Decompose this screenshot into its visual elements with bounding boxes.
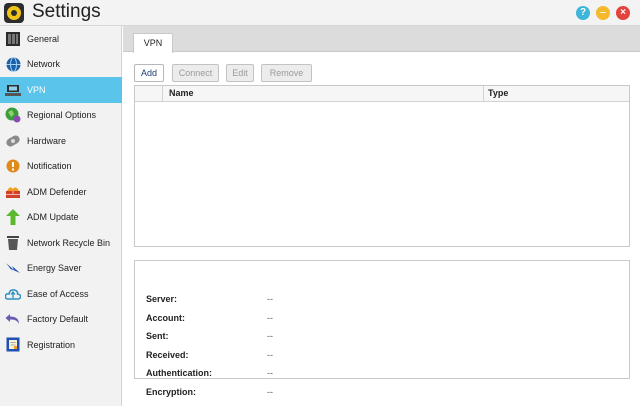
sidebar-item-label: Energy Saver — [27, 263, 82, 274]
tab-vpn[interactable]: VPN — [133, 33, 173, 53]
connect-button[interactable]: Connect — [172, 64, 219, 82]
sidebar-item-label: Hardware — [27, 135, 67, 146]
sidebar: General Network VPN Regional Options Har… — [0, 26, 122, 406]
factory-default-icon — [5, 311, 21, 327]
sidebar-item-adm-update[interactable]: ADM Update — [0, 205, 122, 231]
received-value: -- — [267, 349, 273, 360]
sidebar-item-network[interactable]: Network — [0, 52, 122, 78]
received-label: Received: — [146, 349, 189, 360]
sidebar-item-network-recycle-bin[interactable]: Network Recycle Bin — [0, 230, 122, 256]
column-header-type[interactable]: Type — [488, 88, 508, 98]
close-icon[interactable]: × — [616, 6, 630, 20]
sidebar-item-hardware[interactable]: Hardware — [0, 128, 122, 154]
select-column-header[interactable] — [135, 86, 163, 101]
sidebar-item-label: ADM Defender — [27, 186, 87, 197]
info-row-encryption: Encryption: -- — [135, 385, 629, 399]
tab-strip: VPN — [123, 26, 640, 53]
sidebar-item-adm-defender[interactable]: ADM Defender — [0, 179, 122, 205]
sidebar-item-label: Network — [27, 59, 61, 70]
edit-button[interactable]: Edit — [226, 64, 254, 82]
info-row-server: Server: -- — [135, 292, 629, 306]
update-arrow-icon — [5, 209, 21, 226]
remove-button[interactable]: Remove — [261, 64, 312, 82]
table-header: Name Type — [135, 86, 629, 102]
vpn-panel: VPN Add Connect Edit Remove Name Type Se… — [123, 26, 640, 406]
sidebar-item-registration[interactable]: Registration — [0, 332, 122, 358]
general-icon — [5, 31, 21, 47]
defender-wall-icon — [5, 184, 21, 200]
sidebar-item-ease-of-access[interactable]: Ease of Access — [0, 281, 122, 307]
help-icon[interactable]: ? — [576, 6, 590, 20]
sidebar-item-label: General — [27, 33, 60, 44]
sent-label: Sent: — [146, 331, 169, 341]
sidebar-item-notification[interactable]: Notification — [0, 154, 122, 180]
minimize-icon[interactable]: – — [596, 6, 610, 20]
account-value: -- — [267, 312, 273, 323]
sidebar-item-factory-default[interactable]: Factory Default — [0, 307, 122, 333]
sent-value: -- — [267, 331, 273, 341]
account-label: Account: — [146, 312, 185, 323]
encryption-label: Encryption: — [146, 386, 197, 397]
info-row-authentication: Authentication: -- — [135, 366, 629, 380]
info-row-account: Account: -- — [135, 311, 629, 325]
sidebar-item-label: Regional Options — [27, 110, 97, 121]
sidebar-item-label: Registration — [27, 339, 76, 350]
cloud-access-icon — [5, 286, 21, 302]
sidebar-item-general[interactable]: General — [0, 26, 122, 52]
sidebar-item-label: Ease of Access — [27, 288, 89, 299]
info-row-received: Received: -- — [135, 348, 629, 362]
server-label: Server: — [146, 294, 178, 304]
authentication-value: -- — [267, 368, 273, 378]
sidebar-item-label: Network Recycle Bin — [27, 237, 111, 248]
sidebar-item-regional-options[interactable]: Regional Options — [0, 103, 122, 129]
sidebar-item-label: VPN — [27, 84, 46, 95]
add-button[interactable]: Add — [134, 64, 164, 82]
hardware-icon — [5, 133, 21, 149]
notification-icon — [5, 158, 21, 174]
regional-options-icon — [5, 107, 21, 123]
encryption-value: -- — [267, 386, 273, 397]
recycle-bin-icon — [5, 235, 21, 251]
network-globe-icon — [5, 56, 21, 72]
column-divider — [483, 86, 484, 101]
info-row-sent: Sent: -- — [135, 329, 629, 343]
window-title: Settings — [32, 1, 101, 22]
energy-saver-icon — [5, 260, 21, 276]
server-value: -- — [267, 294, 273, 304]
vpn-icon — [5, 82, 21, 98]
settings-app-icon — [4, 3, 24, 23]
sidebar-item-label: Factory Default — [27, 314, 89, 325]
title-bar: Settings ? – × — [0, 0, 640, 26]
authentication-label: Authentication: — [146, 368, 212, 378]
sidebar-item-label: ADM Update — [27, 212, 79, 223]
vpn-connections-table[interactable]: Name Type — [134, 85, 630, 247]
sidebar-item-energy-saver[interactable]: Energy Saver — [0, 256, 122, 282]
registration-icon — [5, 337, 21, 353]
sidebar-item-vpn[interactable]: VPN — [0, 77, 122, 103]
column-header-name[interactable]: Name — [169, 88, 194, 98]
connection-info-panel: Server: -- Account: -- Sent: -- Received… — [134, 260, 630, 397]
sidebar-item-label: Notification — [27, 161, 72, 172]
